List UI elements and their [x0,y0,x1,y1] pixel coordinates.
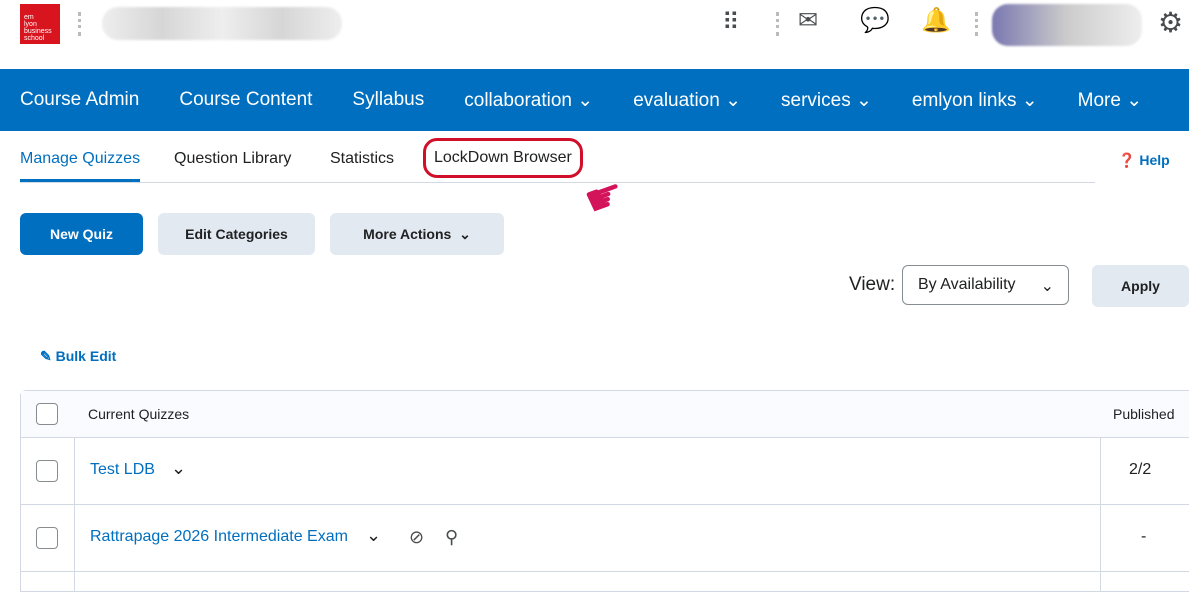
quiz-link[interactable]: Rattrapage 2026 Intermediate Exam [90,528,348,546]
bulk-edit-button[interactable]: ✎ Bulk Edit [40,348,116,365]
select-all-checkbox[interactable] [36,403,58,425]
more-actions-label: More Actions [363,226,452,242]
apps-grid-icon[interactable]: ⠿ [722,8,740,37]
help-link[interactable]: ❓ Help [1118,152,1170,169]
column-published: Published [1113,406,1175,422]
nav-emlyon-links[interactable]: emlyon links ⌄ [912,89,1038,112]
chat-icon[interactable]: 💬 [860,6,890,35]
bulk-edit-label: Bulk Edit [55,348,117,364]
chevron-down-icon: ⌄ [459,225,471,242]
divider [975,12,981,36]
tab-manage-quizzes[interactable]: Manage Quizzes [20,150,141,182]
new-quiz-button[interactable]: New Quiz [20,213,143,255]
course-navbar: Course Admin Course Content Syllabus col… [0,69,1189,131]
view-label: View: [849,274,896,295]
quizzes-table: Current Quizzes Published Test LDB ⌄ 2/2… [20,390,1189,592]
nav-course-content[interactable]: Course Content [179,89,312,111]
help-label: Help [1139,152,1170,168]
table-header: Current Quizzes Published [21,391,1189,438]
nav-collaboration[interactable]: collaboration ⌄ [464,89,593,112]
table-row: Rattrapage 2026 Intermediate Exam ⌄ ⊘ ⚲ … [21,505,1189,572]
apply-button[interactable]: Apply [1092,265,1189,307]
nav-more[interactable]: More ⌄ [1078,89,1143,112]
chevron-down-icon: ⌄ [1040,278,1054,295]
tab-statistics[interactable]: Statistics [330,150,394,168]
help-icon: ❓ [1118,152,1136,168]
table-row: Test LDB ⌄ 2/2 [21,438,1189,505]
row-checkbox[interactable] [36,527,58,549]
view-value: By Availability [918,276,1016,293]
mail-icon[interactable]: ✉ [798,6,818,35]
tab-lockdown-browser[interactable]: LockDown Browser [423,138,583,178]
bell-icon[interactable]: 🔔 [921,6,951,35]
divider [776,12,782,36]
tab-bar: Manage Quizzes Question Library Statisti… [20,138,1095,183]
course-selector[interactable] [102,7,342,40]
quiz-link[interactable]: Test LDB [90,461,155,479]
user-profile[interactable] [992,4,1142,46]
tab-question-library[interactable]: Question Library [174,150,291,168]
nav-services[interactable]: services ⌄ [781,89,872,112]
more-actions-button[interactable]: More Actions ⌄ [330,213,504,255]
chevron-down-icon[interactable]: ⌄ [366,525,381,546]
nav-syllabus[interactable]: Syllabus [352,89,424,111]
divider [78,12,84,36]
chevron-down-icon[interactable]: ⌄ [171,458,186,479]
nav-evaluation[interactable]: evaluation ⌄ [633,89,741,112]
published-count: - [1141,528,1147,545]
view-select[interactable]: By Availability ⌄ [902,265,1069,305]
edit-categories-button[interactable]: Edit Categories [158,213,315,255]
published-count: 2/2 [1129,461,1152,478]
hidden-eye-icon: ⊘ [409,527,425,547]
gear-icon[interactable]: ⚙ [1158,6,1183,39]
key-icon: ⚲ [445,527,459,547]
logo[interactable]: em lyon business school [20,4,60,44]
column-current-quizzes: Current Quizzes [88,406,190,422]
pencil-icon: ✎ [40,348,52,364]
nav-course-admin[interactable]: Course Admin [20,89,139,111]
row-checkbox[interactable] [36,460,58,482]
